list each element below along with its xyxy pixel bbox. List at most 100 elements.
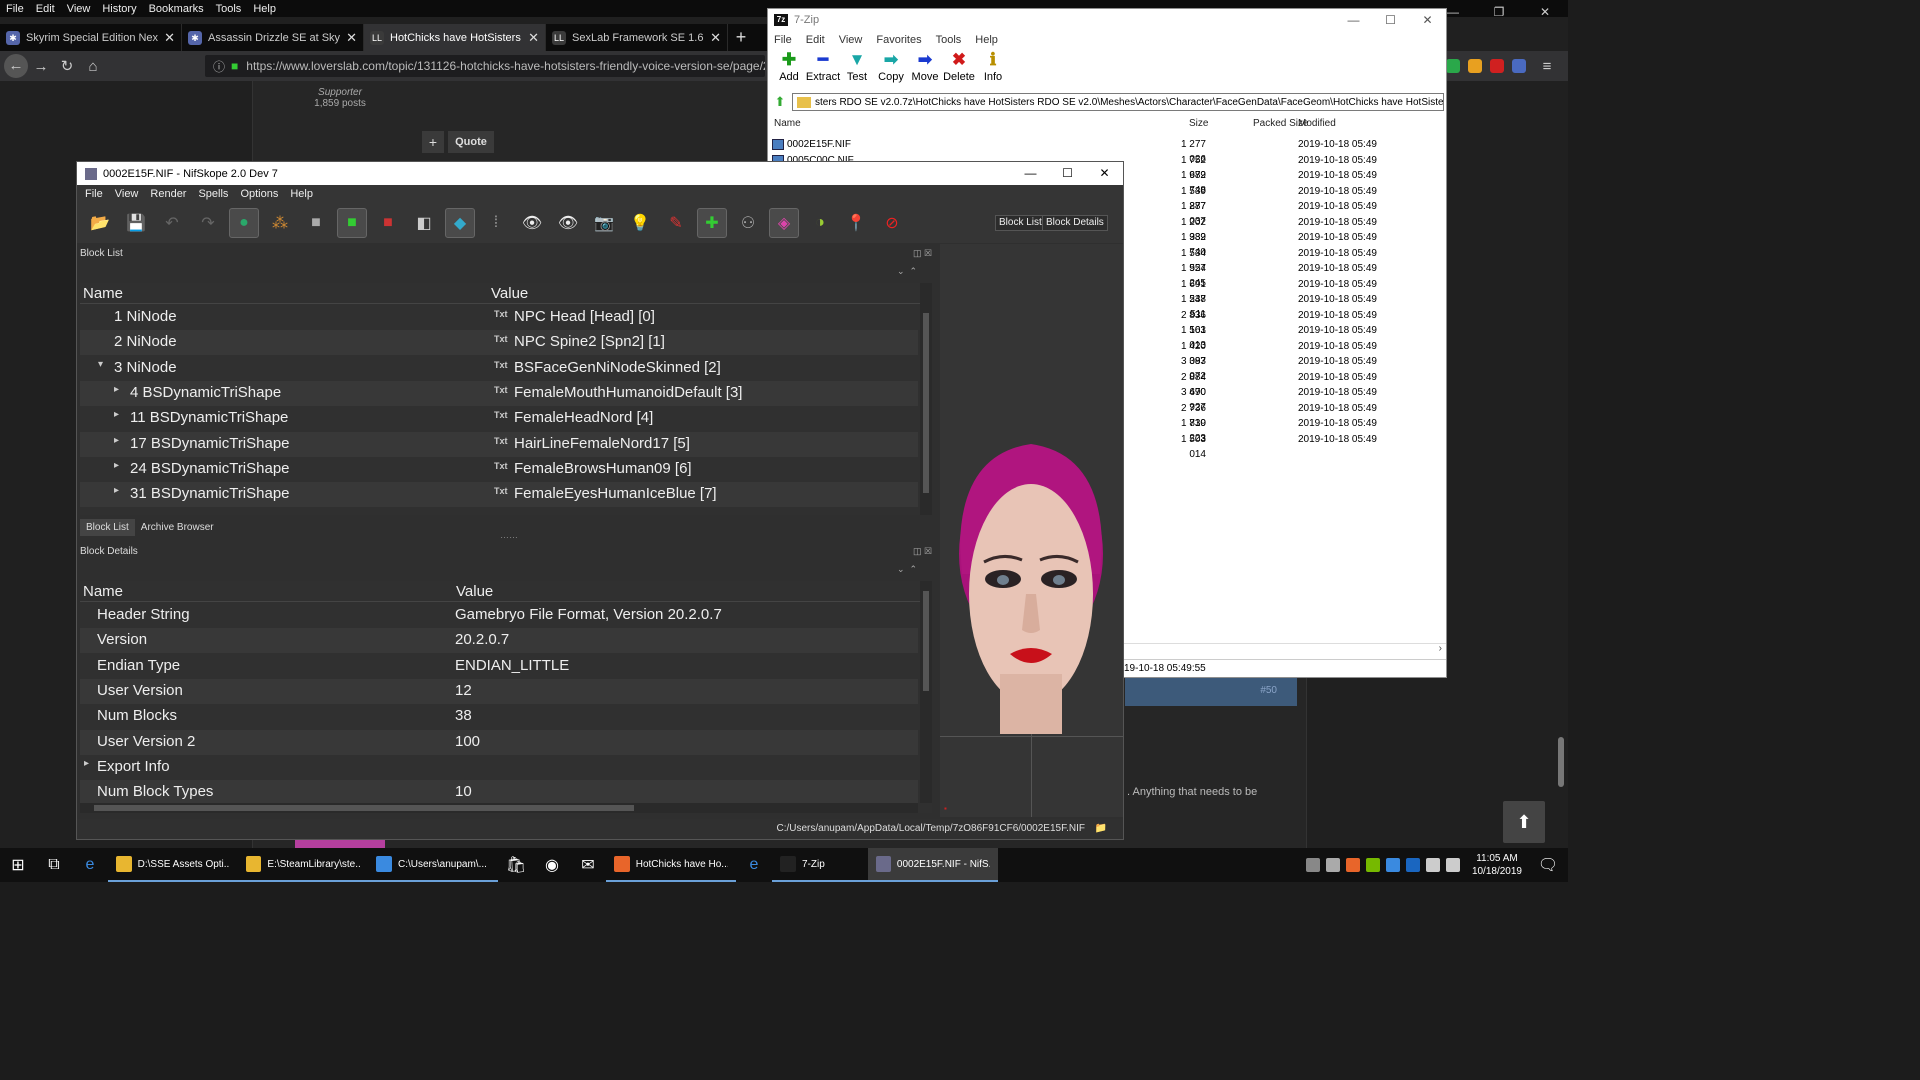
toolbar-extract-button[interactable]: ━ Extract [806,49,840,89]
toolbar-copy-button[interactable]: ➡ Copy [874,49,908,89]
open-icon[interactable]: 📂 [85,208,115,238]
menu-edit[interactable]: Edit [36,3,55,15]
skeleton-icon[interactable]: ⚇ [733,208,763,238]
up-folder-icon[interactable]: ⬆ [768,94,792,110]
menu-file[interactable]: File [6,3,24,15]
colors-icon[interactable]: ◑ [805,208,835,238]
clock[interactable]: 11:05 AM 10/18/2019 [1472,852,1522,878]
maximize-icon[interactable]: ☐ [1372,9,1409,31]
screenshot-icon[interactable]: 📷 [589,208,619,238]
tab-nexus[interactable]: ✱ Skyrim Special Edition Nexus - ✕ [0,24,182,51]
menu-tools[interactable]: Tools [936,34,962,46]
url-bar[interactable]: ⓘ ■ https://www.loverslab.com/topic/1311… [205,55,765,77]
column-header-name[interactable]: Name [83,285,123,302]
menu-options[interactable]: Options [240,188,278,200]
menu-bookmarks[interactable]: Bookmarks [149,3,204,15]
scroll-to-top-button[interactable]: ⬆ [1503,801,1545,843]
horizontal-scrollbar[interactable] [80,803,918,813]
reload-icon[interactable]: ↻ [54,57,80,75]
close-icon[interactable]: ✕ [1522,0,1568,24]
menu-help[interactable]: Help [975,34,998,46]
textures-icon[interactable]: ◈ [769,208,799,238]
task-view-icon[interactable]: ⧉ [36,848,72,882]
edge-icon[interactable]: e [72,848,108,882]
block-row[interactable]: ▸ 4 BSDynamicTriShape Txt FemaleMouthHumano… [80,380,918,406]
detail-row[interactable]: Endian Type ENDIAN_LITTLE [80,654,918,679]
select-object-icon[interactable]: ● [229,208,259,238]
toolbar-add-button[interactable]: ✚ Add [772,49,806,89]
panel-float-close-icons[interactable]: ◫ ☒ [913,248,932,259]
detail-row[interactable]: ▸ Export Info [80,755,918,780]
redo-icon[interactable]: ↷ [193,208,223,238]
new-tab-icon[interactable]: + [728,24,754,51]
detail-value[interactable]: 12 [455,682,472,699]
menu-history[interactable]: History [102,3,136,15]
block-list-toggle[interactable]: Block List [995,215,1046,231]
windows-start-icon[interactable]: ⊞ [0,848,36,882]
view-user-icon[interactable]: ◆ [445,208,475,238]
chevron-right-icon[interactable]: ▸ [114,485,119,496]
post-number[interactable]: #50 [1125,678,1297,706]
show-hidden-icon[interactable]: 👁 [517,208,547,238]
toolbar-move-button[interactable]: ➡ Move [908,49,942,89]
menu-spells[interactable]: Spells [198,188,228,200]
detail-value[interactable]: 20.2.0.7 [455,631,509,648]
detail-row[interactable]: Num Block Types 10 [80,780,918,806]
detail-row[interactable]: User Version 12 [80,678,918,704]
restore-icon[interactable]: ❐ [1476,0,1522,24]
taskbar-app[interactable]: 0002E15F.NIF - NifS... [868,848,998,882]
block-row[interactable]: ▸ 17 BSDynamicTriShape Txt HairLineFemaleNo… [80,431,918,457]
word-icon[interactable] [1405,858,1420,872]
extension-icon[interactable] [1446,59,1460,73]
chevron-down-icon[interactable]: ▾ [98,359,103,370]
panel-float-close-icons[interactable]: ◫ ☒ [913,546,932,557]
menu-tools[interactable]: Tools [216,3,242,15]
tab-block-list[interactable]: Block List [80,519,135,536]
close-icon[interactable]: ✕ [1409,9,1446,31]
view-walk-icon[interactable]: ◧ [409,208,439,238]
block-details-toggle[interactable]: Block Details [1042,215,1108,231]
menu-edit[interactable]: Edit [806,34,825,46]
taskbar-app[interactable]: D:\SSE Assets Opti... [108,848,238,882]
block-row[interactable]: 1 NiNode Txt NPC Head [Head] [0] [80,305,918,330]
block-row[interactable]: 2 NiNode Txt NPC Spine2 [Spn2] [1] [80,330,918,356]
app-tray-icon[interactable] [1345,858,1360,872]
detail-value[interactable]: ENDIAN_LITTLE [455,657,569,674]
block-list-scrollbar[interactable] [920,283,932,515]
menu-help[interactable]: Help [290,188,313,200]
view-side-icon[interactable]: ■ [373,208,403,238]
volume-icon[interactable] [1445,858,1460,872]
minimize-icon[interactable]: — [1012,162,1049,185]
mail-icon[interactable]: ✉ [570,848,606,882]
page-scrollbar[interactable] [1556,81,1566,848]
view-front-icon[interactable]: ■ [337,208,367,238]
show-nodes-icon[interactable]: 👁 [553,208,583,238]
menu-icon[interactable]: ≡ [1534,58,1560,75]
block-row[interactable]: ▸ 24 BSDynamicTriShape Txt FemaleBrowsHuman… [80,457,918,482]
brush-icon[interactable]: ✎ [661,208,691,238]
back-icon[interactable]: ← [4,54,28,78]
detail-row[interactable]: User Version 2 100 [80,729,918,755]
menu-file[interactable]: File [774,34,792,46]
store-icon[interactable]: 🛍 [498,848,534,882]
taskbar-app[interactable]: 7-Zip [772,848,868,882]
path-input[interactable]: sters RDO SE v2.0.7z\HotChicks have HotS… [792,93,1444,111]
block-row[interactable]: ▸ 31 BSDynamicTriShape Txt FemaleEyesHumanI… [80,482,918,508]
collision-icon[interactable]: ⊘ [877,208,907,238]
minimize-icon[interactable]: — [1335,9,1372,31]
menu-render[interactable]: Render [150,188,186,200]
home-icon[interactable]: ⌂ [80,58,106,75]
chevron-right-icon[interactable]: › [1439,643,1442,654]
detail-row[interactable]: Header String Gamebryo File Format, Versi… [80,603,918,628]
block-details-scrollbar[interactable] [920,581,932,803]
toolbar-info-button[interactable]: ℹ Info [976,49,1010,89]
detail-value[interactable]: 10 [455,783,472,800]
footprints-icon[interactable]: ⁞ [481,208,511,238]
ie-icon[interactable]: e [736,848,772,882]
undo-icon[interactable]: ↶ [157,208,187,238]
marker-icon[interactable]: 📍 [841,208,871,238]
block-row[interactable]: ▸ 11 BSDynamicTriShape Txt FemaleHeadNord [… [80,406,918,431]
detail-row[interactable]: Num Blocks 38 [80,704,918,729]
chevron-right-icon[interactable]: ▸ [114,435,119,446]
splitter-handle[interactable]: …… [500,530,518,540]
